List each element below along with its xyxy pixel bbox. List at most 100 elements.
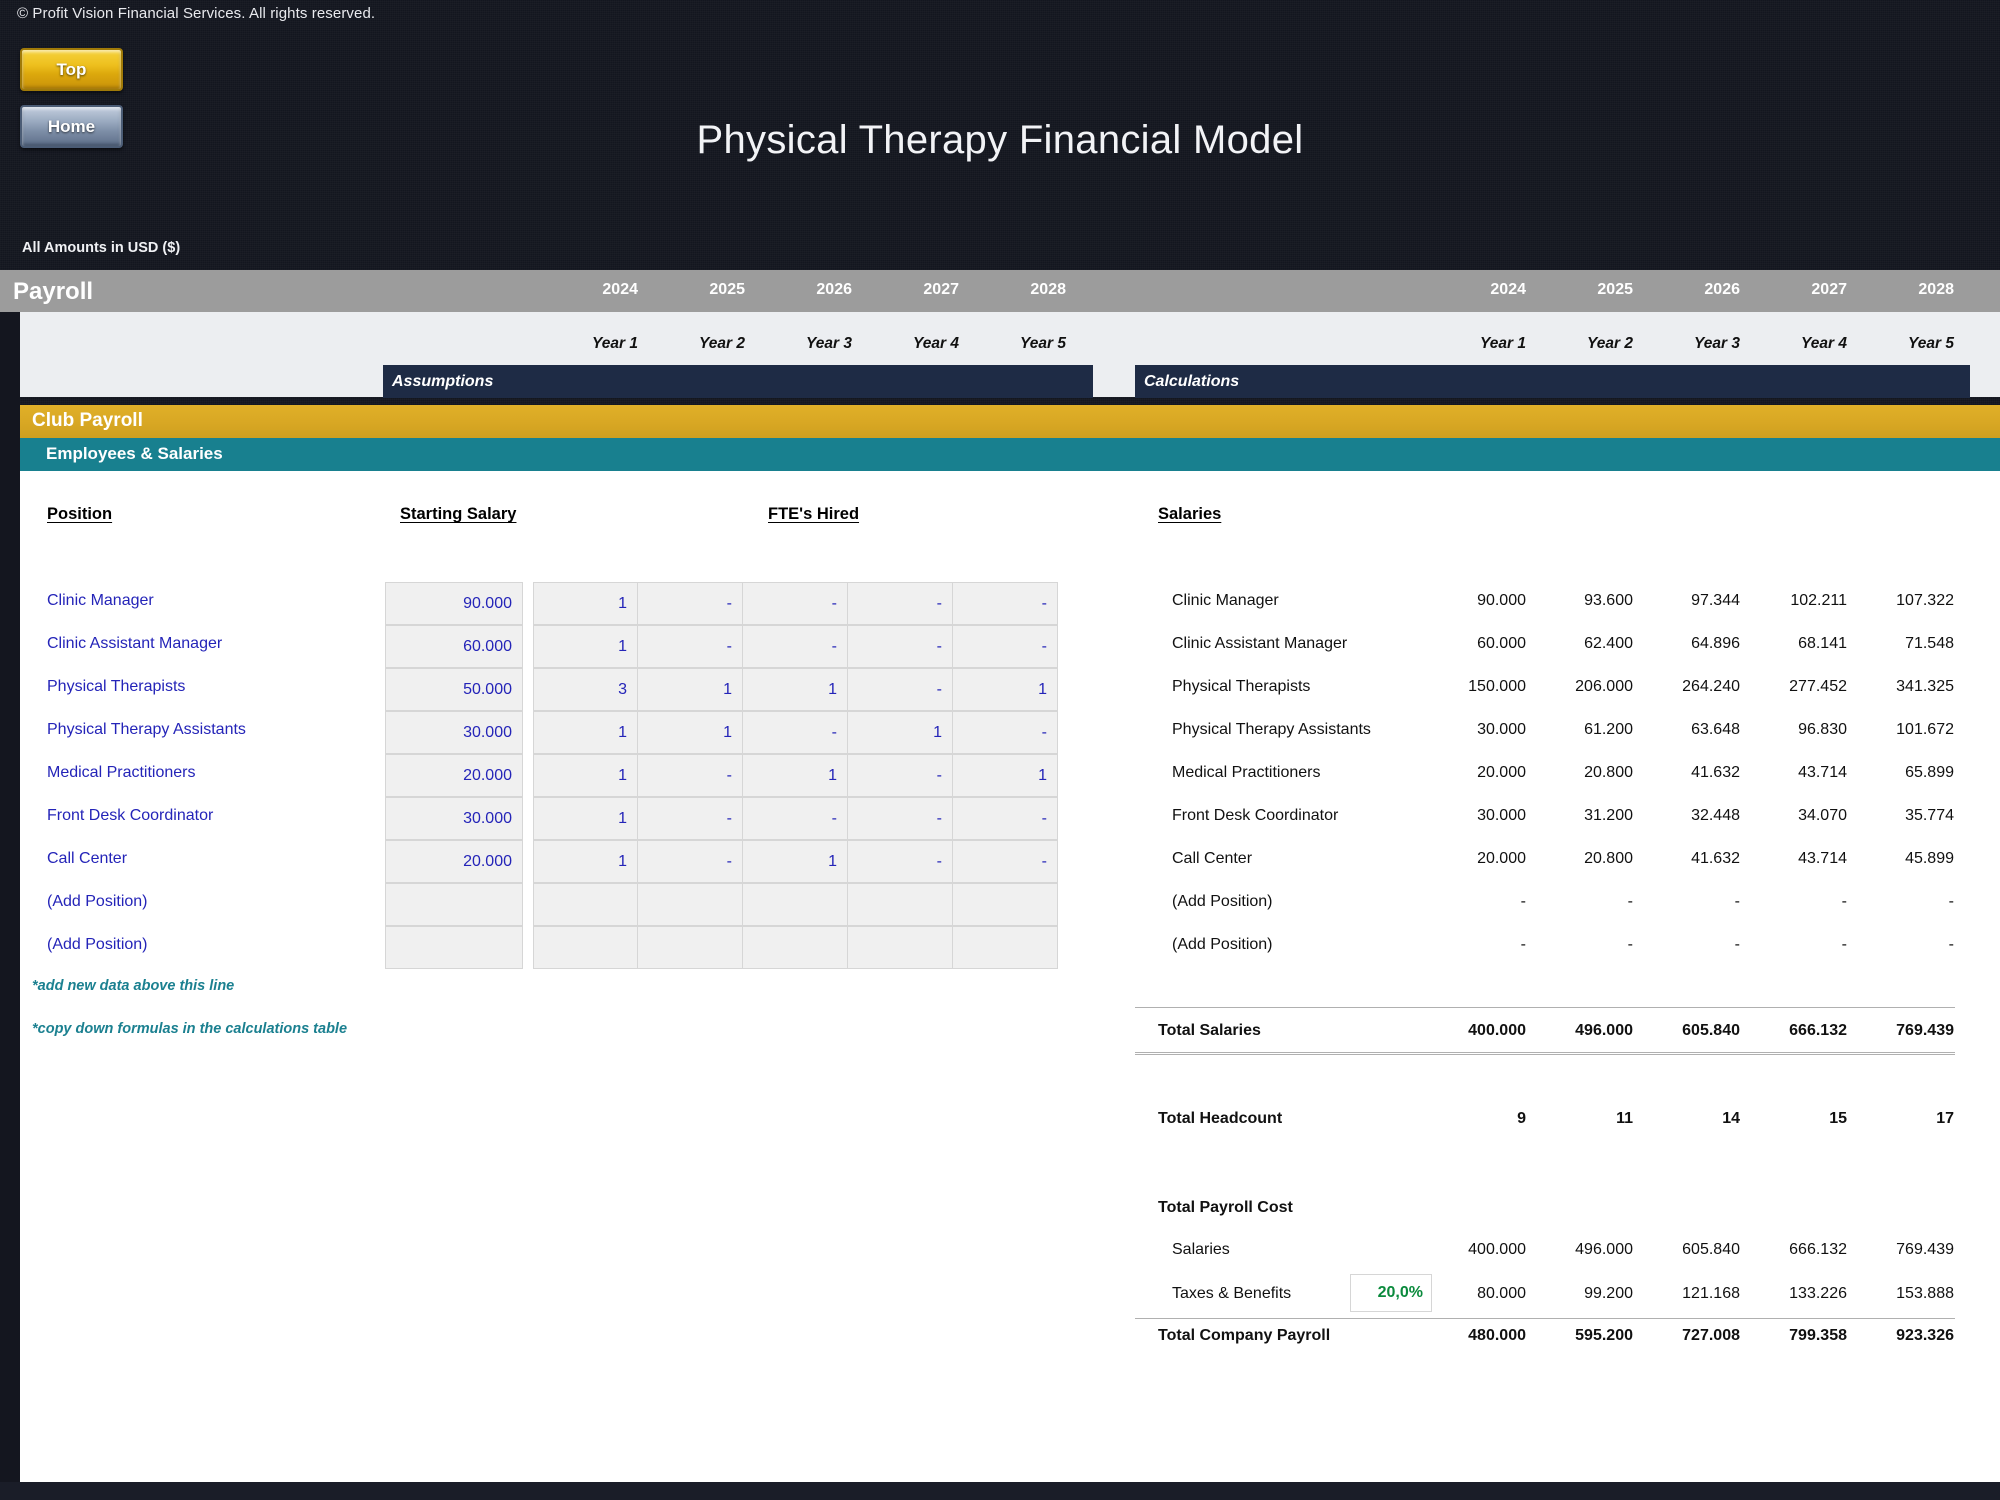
- fte-input-r0-c3[interactable]: -: [848, 582, 953, 625]
- fte-input-r8-c1[interactable]: [638, 926, 743, 969]
- fte-input-r8-c4[interactable]: [953, 926, 1058, 969]
- fte-input-r5-c0[interactable]: 1: [533, 797, 638, 840]
- fte-input-r1-c2[interactable]: -: [743, 625, 848, 668]
- fte-input-r1-c1[interactable]: -: [638, 625, 743, 668]
- col-header-salaries: Salaries: [1158, 505, 1222, 523]
- fte-input-r3-c1[interactable]: 1: [638, 711, 743, 754]
- calc-value-r4-c4: 65.899: [1905, 764, 1954, 781]
- fte-input-r3-c4[interactable]: -: [953, 711, 1058, 754]
- fte-input-r4-c4[interactable]: 1: [953, 754, 1058, 797]
- fte-input-r1-c4[interactable]: -: [953, 625, 1058, 668]
- starting-salary-input-8[interactable]: [385, 926, 523, 969]
- fte-value-r6-c0: 1: [618, 852, 627, 870]
- header-year-2028-right: 2028: [1918, 281, 1954, 298]
- calc-value-r6-c4: 45.899: [1905, 850, 1954, 867]
- fte-input-r3-c3[interactable]: 1: [848, 711, 953, 754]
- assumption-position-1: Clinic Assistant Manager: [47, 635, 223, 652]
- starting-salary-input-1[interactable]: 60.000: [385, 625, 523, 668]
- fte-input-r4-c2[interactable]: 1: [743, 754, 848, 797]
- fte-input-r3-c2[interactable]: -: [743, 711, 848, 754]
- fte-input-r5-c1[interactable]: -: [638, 797, 743, 840]
- calc-value-r1-c2: 64.896: [1691, 635, 1740, 652]
- fte-input-r7-c3[interactable]: [848, 883, 953, 926]
- calc-position-7: (Add Position): [1172, 893, 1273, 910]
- assumption-position-4: Medical Practitioners: [47, 764, 196, 781]
- fte-input-r8-c2[interactable]: [743, 926, 848, 969]
- header-year-2026-right: 2026: [1704, 281, 1740, 298]
- fte-input-r8-c0[interactable]: [533, 926, 638, 969]
- calc-value-r1-c0: 60.000: [1477, 635, 1526, 652]
- total-company-value-2: 727.008: [1682, 1327, 1740, 1344]
- fte-input-r5-c4[interactable]: -: [953, 797, 1058, 840]
- calc-value-r3-c1: 61.200: [1584, 721, 1633, 738]
- starting-salary-input-6[interactable]: 20.000: [385, 840, 523, 883]
- header-year-2027-right: 2027: [1811, 281, 1847, 298]
- starting-salary-input-7[interactable]: [385, 883, 523, 926]
- fte-input-r0-c2[interactable]: -: [743, 582, 848, 625]
- year-label-1-right: Year 1: [1480, 335, 1526, 352]
- calc-value-r4-c1: 20.800: [1584, 764, 1633, 781]
- top-nav-button[interactable]: Top: [20, 48, 123, 91]
- fte-input-r4-c0[interactable]: 1: [533, 754, 638, 797]
- assumptions-label: Assumptions: [392, 372, 494, 390]
- year-label-5-left: Year 5: [1020, 335, 1066, 352]
- fte-input-r2-c1[interactable]: 1: [638, 668, 743, 711]
- fte-input-r2-c4[interactable]: 1: [953, 668, 1058, 711]
- total-headcount-value-1: 11: [1616, 1110, 1633, 1127]
- total-headcount-value-2: 14: [1722, 1110, 1740, 1127]
- starting-salary-input-2[interactable]: 50.000: [385, 668, 523, 711]
- starting-salary-input-5[interactable]: 30.000: [385, 797, 523, 840]
- taxes-rate-value: 20,0%: [1377, 1284, 1423, 1301]
- fte-input-r2-c2[interactable]: 1: [743, 668, 848, 711]
- payroll-taxes-value-0: 80.000: [1477, 1285, 1526, 1302]
- fte-input-r7-c0[interactable]: [533, 883, 638, 926]
- fte-input-r6-c4[interactable]: -: [953, 840, 1058, 883]
- fte-input-r7-c2[interactable]: [743, 883, 848, 926]
- total-salaries-value-0: 400.000: [1468, 1022, 1526, 1039]
- starting-salary-input-3[interactable]: 30.000: [385, 711, 523, 754]
- fte-input-r6-c1[interactable]: -: [638, 840, 743, 883]
- fte-input-r5-c3[interactable]: -: [848, 797, 953, 840]
- fte-input-r0-c0[interactable]: 1: [533, 582, 638, 625]
- note-add-data: *add new data above this line: [32, 978, 235, 994]
- payroll-header-bar: Payroll 2024 2025 2026 2027 2028 2024 20…: [0, 270, 2000, 312]
- calc-value-r0-c3: 102.211: [1790, 592, 1847, 609]
- fte-input-r3-c0[interactable]: 1: [533, 711, 638, 754]
- fte-input-r4-c3[interactable]: -: [848, 754, 953, 797]
- calc-value-r4-c2: 41.632: [1691, 764, 1740, 781]
- fte-input-r8-c3[interactable]: [848, 926, 953, 969]
- calc-value-r8-c1: -: [1627, 936, 1633, 953]
- assumption-position-8: (Add Position): [47, 936, 148, 953]
- taxes-rate-input[interactable]: 20,0%: [1350, 1274, 1432, 1312]
- fte-input-r6-c2[interactable]: 1: [743, 840, 848, 883]
- fte-input-r2-c0[interactable]: 3: [533, 668, 638, 711]
- fte-input-r5-c2[interactable]: -: [743, 797, 848, 840]
- fte-value-r0-c2: -: [831, 594, 837, 612]
- club-payroll-label: Club Payroll: [32, 410, 143, 431]
- calc-value-r8-c4: -: [1948, 936, 1954, 953]
- fte-input-r6-c3[interactable]: -: [848, 840, 953, 883]
- fte-input-r2-c3[interactable]: -: [848, 668, 953, 711]
- fte-input-r7-c4[interactable]: [953, 883, 1058, 926]
- total-headcount-value-4: 17: [1936, 1110, 1954, 1127]
- calc-value-r1-c1: 62.400: [1584, 635, 1633, 652]
- fte-input-r0-c1[interactable]: -: [638, 582, 743, 625]
- starting-salary-input-4[interactable]: 20.000: [385, 754, 523, 797]
- calc-position-3: Physical Therapy Assistants: [1172, 721, 1371, 738]
- fte-input-r1-c0[interactable]: 1: [533, 625, 638, 668]
- fte-input-r1-c3[interactable]: -: [848, 625, 953, 668]
- year-label-5-right: Year 5: [1908, 335, 1954, 352]
- calc-value-r3-c0: 30.000: [1477, 721, 1526, 738]
- bottom-edge-strip: [0, 1482, 2000, 1500]
- employees-salaries-band: Employees & Salaries: [20, 438, 2000, 471]
- fte-value-r4-c3: -: [936, 766, 942, 784]
- fte-value-r4-c4: 1: [1038, 766, 1047, 784]
- fte-input-r7-c1[interactable]: [638, 883, 743, 926]
- fte-input-r6-c0[interactable]: 1: [533, 840, 638, 883]
- fte-value-r3-c3: 1: [933, 723, 942, 741]
- calc-value-r5-c3: 34.070: [1798, 807, 1847, 824]
- fte-value-r1-c0: 1: [618, 637, 627, 655]
- fte-input-r4-c1[interactable]: -: [638, 754, 743, 797]
- starting-salary-input-0[interactable]: 90.000: [385, 582, 523, 625]
- fte-input-r0-c4[interactable]: -: [953, 582, 1058, 625]
